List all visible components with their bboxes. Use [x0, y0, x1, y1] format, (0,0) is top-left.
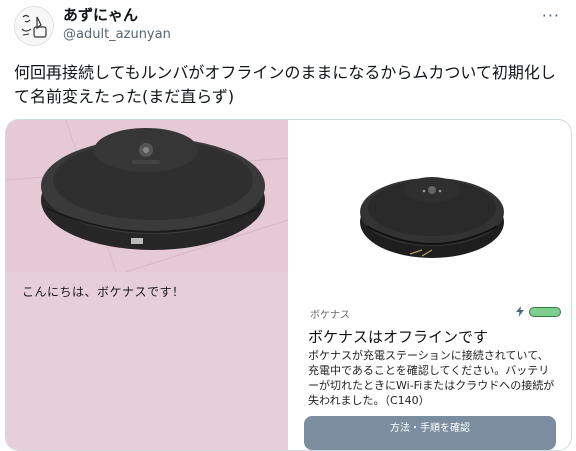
status-description: ボケナスが充電ステーションに接続されていて、充電中であることを確認してください。… [308, 349, 555, 407]
roomba-closeup-drawing [6, 120, 288, 272]
media-left-panel[interactable]: こんにちは、ボケナスです！ [6, 120, 288, 450]
tweet-media[interactable]: こんにちは、ボケナスです！ ボケナス ボケナスはオフラインです ボケナスが充電ス… [5, 119, 572, 451]
help-button[interactable]: 方法・手順を確認 [304, 416, 556, 450]
media-right-panel[interactable]: ボケナス ボケナスはオフラインです ボケナスが充電ステーションに接続されていて、… [290, 120, 571, 450]
user-avatar[interactable] [14, 6, 54, 46]
avatar-drawing [15, 7, 53, 45]
more-options-icon[interactable]: ··· [542, 6, 560, 25]
display-name[interactable]: あずにゃん [63, 6, 138, 24]
status-title: ボケナスはオフラインです [308, 328, 489, 346]
roomba-closeup-photo [6, 120, 288, 272]
greeting-text: こんにちは、ボケナスです！ [22, 285, 185, 299]
user-handle[interactable]: @adult_azunyan [63, 27, 171, 43]
robot-name-label: ボケナス [310, 310, 350, 321]
charging-bolt-icon [516, 306, 524, 317]
battery-indicator [529, 307, 561, 317]
roomba-product-image [360, 177, 504, 258]
tweet-text: 何回再接続してもルンバがオフラインのままになるからムカついて初期化して名前変えた… [14, 63, 556, 106]
